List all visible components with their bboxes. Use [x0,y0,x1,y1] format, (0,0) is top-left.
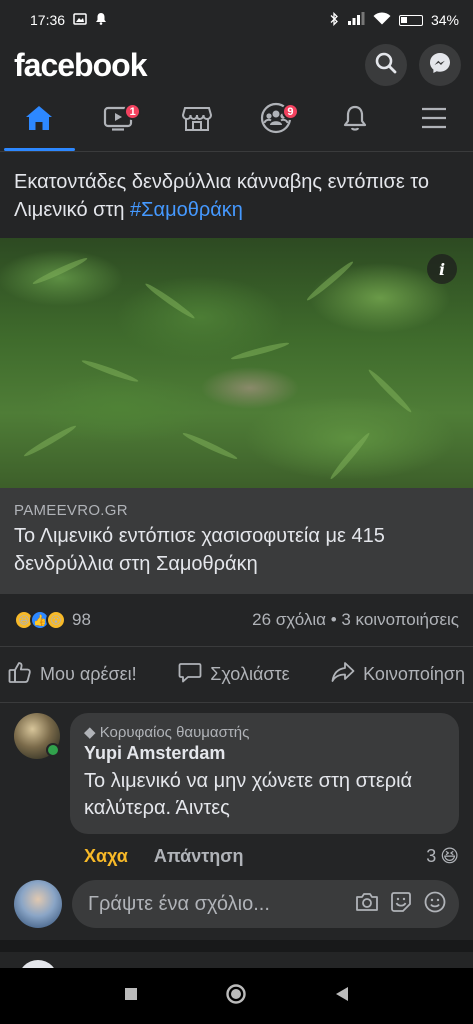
link-preview-meta[interactable]: PAMEEVRO.GR Το Λιμενικό εντόπισε χασισοφ… [0,488,473,594]
top-fan-badge: ◆ Κορυφαίος θαυμαστής [84,723,445,741]
tab-notifications[interactable] [315,90,394,151]
search-button[interactable] [365,44,407,86]
battery-level: 34% [430,12,459,28]
back-button[interactable] [334,985,350,1008]
comment-text: Το λιμενικό να μην χώνετε στη στεριά καλ… [84,770,413,819]
feed-post: Εκατοντάδες δενδρύλλια κάνναβης εντόπισε… [0,152,473,940]
search-icon [375,52,397,79]
comment-button[interactable]: Σχολιάστε [178,661,290,688]
link-title: Το Λιμενικό εντόπισε χασισοφυτεία με 415… [14,525,385,575]
bluetooth-icon [329,11,339,29]
link-domain: PAMEEVRO.GR [14,502,128,519]
recents-button[interactable] [123,986,139,1007]
link-preview-image[interactable]: i [0,238,473,488]
main-tab-bar: 1 9 [0,90,473,152]
tab-groups[interactable]: 9 [236,90,315,151]
commenter-avatar[interactable] [14,713,60,759]
post-hashtag[interactable]: #Σαμοθράκη [130,199,243,221]
info-icon[interactable]: i [427,254,457,284]
bell-icon [342,104,368,137]
wifi-icon [373,12,391,28]
comment-reaction-count: 3 [426,845,437,866]
plant-leaf [143,281,197,321]
comment-label: Σχολιάστε [210,664,290,684]
comments-section: ◆ Κορυφαίος θαυμαστής Yupi Amsterdam Το … [0,702,473,870]
comment-composer: Γράψτε ένα σχόλιο... [0,870,473,940]
comment-reaction-button[interactable]: Χαχα [84,846,128,867]
reply-button[interactable]: Απάντηση [154,846,244,867]
menu-icon [420,106,448,135]
app-header: facebook [0,40,473,90]
comment-input-placeholder: Γράψτε ένα σχόλιο... [88,892,270,915]
reaction-icons[interactable]: 😆 👍 😮 98 [14,610,91,630]
cell-signal-icon [347,12,365,28]
haha-reaction-icon: 😆 [440,845,459,866]
tab-watch[interactable]: 1 [79,90,158,151]
post-action-bar: Μου αρέσει! Σχολιάστε Κοινοποίηση [0,646,473,702]
home-icon [24,104,54,137]
battery-icon [398,14,423,26]
home-button[interactable] [225,983,247,1010]
top-fan-label: Κορυφαίος θαυμαστής [99,724,250,741]
plant-leaf [31,255,89,287]
emoji-icon[interactable] [423,890,447,919]
tab-home[interactable] [0,90,79,151]
share-label: Κοινοποίηση [363,664,465,684]
plant-leaf [366,367,414,415]
plant-leaf [328,431,372,481]
tab-menu[interactable] [394,90,473,151]
comment-input[interactable]: Γράψτε ένα σχόλιο... [72,880,459,928]
messenger-icon [428,51,452,80]
plant-leaf [22,423,78,459]
share-button[interactable]: Κοινοποίηση [331,661,465,688]
tab-marketplace[interactable] [158,90,237,151]
sticker-icon[interactable] [389,890,413,919]
diamond-icon: ◆ [84,724,100,741]
comment-bubble[interactable]: ◆ Κορυφαίος θαυμαστής Yupi Amsterdam Το … [70,713,459,834]
online-status-dot [46,743,60,757]
feed-separator [0,940,473,952]
share-icon [331,661,355,688]
comment-item: ◆ Κορυφαίος θαυμαστής Yupi Amsterdam Το … [14,713,459,834]
status-time: 17:36 [30,12,66,28]
wow-reaction-icon: 😮 [46,610,66,630]
messenger-button[interactable] [419,44,461,86]
reaction-count: 98 [72,610,91,629]
comment-actions: Χαχα Απάντηση 3 😆 [84,842,459,870]
plant-leaf [181,430,239,462]
post-text: Εκατοντάδες δενδρύλλια κάνναβης εντόπισε… [0,152,473,238]
plant-leaf [230,340,290,362]
status-bar: 17:36 34% [0,0,473,40]
bell-notification-icon [95,12,107,28]
camera-icon[interactable] [355,891,379,918]
groups-badge: 9 [281,103,299,120]
plant-leaf [305,259,355,303]
thumbs-up-icon [8,661,32,688]
facebook-logo[interactable]: facebook [14,47,147,84]
like-label: Μου αρέσει! [40,664,137,684]
plant-leaf [80,357,140,385]
gallery-notification-icon [73,12,87,28]
comment-icon [178,661,202,688]
like-button[interactable]: Μου αρέσει! [8,661,137,688]
reactions-summary: 😆 👍 😮 98 26 σχόλια • 3 κοινοποιήσεις [0,594,473,646]
commenter-name[interactable]: Yupi Amsterdam [84,743,445,764]
watch-badge: 1 [124,103,142,120]
user-avatar[interactable] [14,880,62,928]
comment-reaction-summary[interactable]: 3 😆 [426,846,459,867]
comment-share-stats[interactable]: 26 σχόλια • 3 κοινοποιήσεις [252,610,459,630]
store-icon [182,104,213,137]
system-nav-bar [0,968,473,1024]
